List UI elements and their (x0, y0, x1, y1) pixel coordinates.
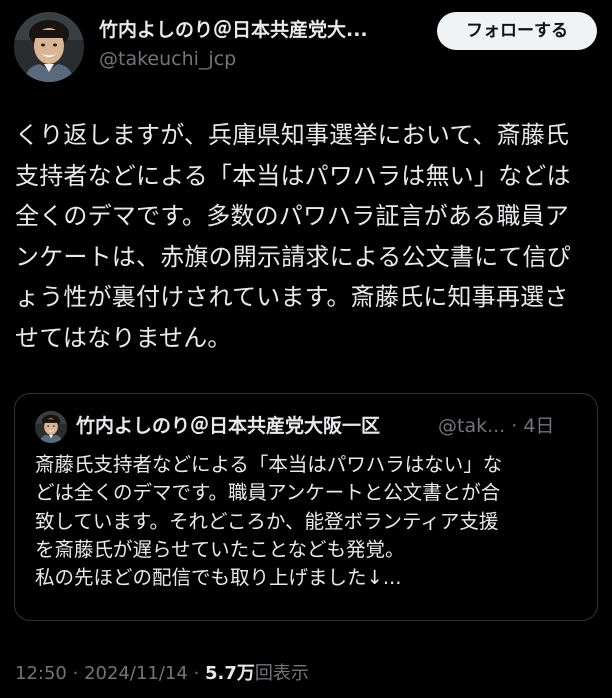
post: 竹内よしのり＠日本共産党大... @takeuchi_jcp フォローする くり… (0, 0, 612, 698)
quoted-author-handle-and-age[interactable]: @tak... · 4日 (438, 412, 554, 440)
quoted-author-avatar-photo (35, 411, 67, 443)
quoted-post-text: 斎藤氏支持者などによる「本当はパワハラはない」な どは全くのデマです。職員アンケ… (35, 453, 503, 590)
post-body-text: くり返しますが、兵庫県知事選挙において、斎藤氏 支持者などによる「本当はパワハラ… (15, 121, 571, 352)
meta-separator: · (72, 663, 79, 684)
post-date[interactable]: 2024/11/14 (84, 663, 188, 684)
quoted-author-avatar[interactable] (35, 411, 67, 443)
author-name[interactable]: 竹内よしのり＠日本共産党大... (99, 17, 429, 43)
author-handle[interactable]: @takeuchi_jcp (99, 46, 236, 72)
post-meta: 12:50 · 2024/11/14 · 5.7万回表示 (15, 661, 309, 687)
quoted-author-name[interactable]: 竹内よしのり＠日本共産党大阪一区 (76, 412, 380, 440)
author-avatar[interactable] (14, 12, 84, 82)
quoted-post-card[interactable]: 竹内よしのり＠日本共産党大阪一区 @tak... · 4日 斎藤氏支持者などによ… (14, 393, 598, 621)
views-count: 5.7万 (205, 663, 255, 684)
views-label: 回表示 (254, 663, 309, 684)
meta-separator: · (193, 663, 200, 684)
post-time[interactable]: 12:50 (15, 663, 67, 684)
author-avatar-photo (14, 12, 84, 82)
follow-button[interactable]: フォローする (437, 12, 597, 50)
